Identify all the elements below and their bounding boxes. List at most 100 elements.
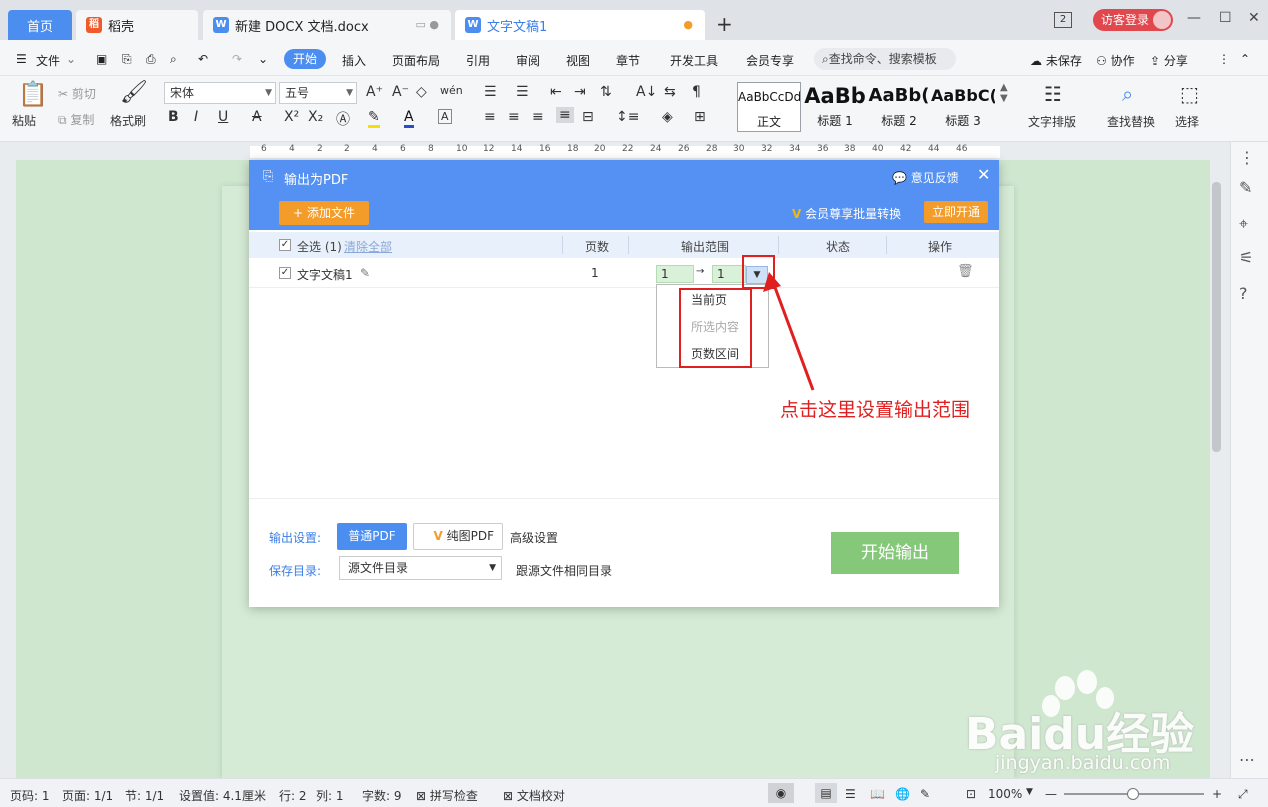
status-pages[interactable]: 页面: 1/1	[62, 787, 113, 804]
highlight-icon[interactable]: ✎	[368, 109, 380, 128]
select-icon[interactable]: ⬚	[1180, 82, 1199, 106]
underline-icon[interactable]: U	[218, 109, 228, 125]
text-layout-icon[interactable]: ☷	[1044, 82, 1062, 106]
find-replace-button[interactable]: 查找替换	[1107, 113, 1155, 130]
status-page[interactable]: 页码: 1	[10, 787, 50, 804]
format-painter-button[interactable]: 格式刷	[110, 112, 146, 129]
normal-pdf-button[interactable]: 普通PDF	[337, 523, 407, 550]
advanced-settings-link[interactable]: 高级设置	[510, 529, 558, 546]
help-icon[interactable]: ?	[1239, 284, 1248, 303]
pinyin-icon[interactable]: wén	[440, 84, 463, 97]
clear-all-link[interactable]: 清除全部	[344, 238, 392, 255]
proofread-button[interactable]: ⊠ 文档校对	[503, 787, 565, 804]
shading-icon[interactable]: ◈	[662, 109, 673, 125]
tab-daoke[interactable]: 稻稻壳	[76, 10, 198, 40]
sort-icon[interactable]: A↓	[636, 84, 657, 100]
copy-button[interactable]: ⧉ 复制	[58, 111, 94, 128]
page-view-icon[interactable]: ▤	[815, 783, 837, 803]
menu-view[interactable]: 视图	[566, 52, 590, 69]
status-row[interactable]: 行: 2	[279, 787, 307, 804]
format-painter-icon[interactable]: 🖌	[120, 80, 148, 105]
unsaved-status[interactable]: ☁ 未保存	[1030, 52, 1082, 69]
feedback-link[interactable]: 💬 意见反馈	[892, 169, 959, 186]
text-layout-button[interactable]: 文字排版	[1028, 113, 1076, 130]
distribute-icon[interactable]: ⊟	[582, 109, 594, 125]
increase-indent-icon[interactable]: ⇥	[574, 84, 586, 100]
menu-vip[interactable]: 会员专享	[746, 52, 794, 69]
menu-insert[interactable]: 插入	[342, 52, 366, 69]
undo-icon[interactable]: ↶	[198, 52, 208, 66]
guest-login-button[interactable]: 访客登录	[1093, 9, 1173, 31]
hamburger-icon[interactable]: ☰	[16, 52, 27, 66]
write-view-icon[interactable]: ✎	[920, 787, 930, 801]
chevron-down-icon[interactable]: ⌄	[66, 52, 76, 66]
font-color-icon[interactable]: A	[404, 109, 414, 128]
status-setting[interactable]: 设置值: 4.1厘米	[179, 787, 266, 804]
close-window-button[interactable]: ✕	[1248, 10, 1260, 26]
open-vip-button[interactable]: 立即开通	[924, 201, 988, 223]
close-icon[interactable]: ✕	[977, 165, 990, 184]
window-count-badge[interactable]: 2	[1054, 12, 1072, 28]
numbered-list-icon[interactable]: ☰	[516, 84, 529, 100]
status-words[interactable]: 字数: 9	[362, 787, 402, 804]
status-col[interactable]: 列: 1	[316, 787, 344, 804]
zoom-out-icon[interactable]: —	[1045, 787, 1057, 801]
save-dir-select[interactable]: 源文件目录 ▼	[339, 556, 502, 580]
image-pdf-button[interactable]: V 纯图PDF	[413, 523, 503, 550]
cut-button[interactable]: ✂ 剪切	[58, 85, 96, 102]
zoom-slider-handle[interactable]	[1127, 788, 1139, 800]
maximize-button[interactable]: ☐	[1219, 10, 1232, 26]
menu-layout[interactable]: 页面布局	[392, 52, 440, 69]
row-checkbox[interactable]: ✓	[279, 267, 291, 279]
superscript-icon[interactable]: X²	[284, 109, 299, 125]
justify-icon[interactable]: ≡	[556, 107, 574, 123]
search-command-input[interactable]: ⌕查找命令、搜索模板	[814, 48, 956, 70]
tab-close-icon[interactable]: ▭ ●	[416, 18, 440, 31]
align-center-icon[interactable]: ≡	[508, 109, 520, 125]
range-from-input[interactable]: 1	[656, 265, 694, 283]
font-family-select[interactable]: 宋体 ▼	[164, 82, 276, 104]
scrollbar-thumb[interactable]	[1212, 182, 1221, 452]
save-icon[interactable]: ▣	[96, 52, 107, 66]
line-spacing-icon[interactable]: ↕≡	[616, 109, 639, 125]
menu-file[interactable]: 文件	[36, 52, 60, 69]
quick-access-more-icon[interactable]: ⌄	[258, 52, 268, 66]
text-effect-icon[interactable]: Ⓐ	[336, 109, 350, 129]
paste-icon[interactable]: 📋	[18, 80, 48, 108]
tab-home[interactable]: 首页	[8, 10, 72, 40]
subscript-icon[interactable]: X₂	[308, 109, 323, 125]
range-to-input[interactable]: 1	[712, 265, 746, 283]
minimize-button[interactable]: —	[1187, 10, 1201, 26]
shrink-font-icon[interactable]: A⁻	[392, 84, 409, 100]
font-size-select[interactable]: 五号 ▼	[279, 82, 357, 104]
clear-format-icon[interactable]: ◇	[416, 84, 427, 100]
sidebar-toggle-icon[interactable]: ⋮	[1239, 148, 1255, 167]
zoom-level[interactable]: 100%	[988, 787, 1022, 801]
fullscreen-icon[interactable]: ⤢	[1238, 787, 1248, 802]
style-heading-2[interactable]: AaBb(标题 2	[867, 82, 931, 132]
edit-icon[interactable]: ✎	[360, 266, 370, 280]
collapse-ribbon-icon[interactable]: ⌃	[1240, 52, 1250, 66]
grow-font-icon[interactable]: A⁺	[366, 84, 383, 100]
chevron-down-icon[interactable]: ▼	[1026, 787, 1033, 797]
new-tab-button[interactable]: +	[716, 12, 733, 36]
menu-dev-tools[interactable]: 开发工具	[670, 52, 718, 69]
italic-icon[interactable]: I	[194, 109, 198, 125]
cursor-icon[interactable]: ⌖	[1239, 214, 1248, 234]
tab-doc1[interactable]: W 文字文稿1 ●	[455, 10, 705, 40]
more-icon[interactable]: ⋮	[1218, 52, 1230, 66]
borders-icon[interactable]: ⊞	[694, 109, 706, 125]
fit-page-icon[interactable]: ⊡	[966, 787, 976, 801]
settings-sliders-icon[interactable]: ⚟	[1239, 248, 1253, 267]
print-preview-icon[interactable]: ⌕	[170, 52, 177, 67]
share-button[interactable]: ⇪ 分享	[1150, 52, 1188, 69]
char-border-icon[interactable]: A	[438, 109, 452, 124]
style-heading-3[interactable]: AaBbC(标题 3	[931, 82, 995, 132]
outline-view-icon[interactable]: ☰	[845, 787, 856, 801]
tab-new-docx[interactable]: W 新建 DOCX 文档.docx ▭ ●	[203, 10, 451, 40]
style-normal[interactable]: AaBbCcDd 正文	[737, 82, 801, 132]
print-icon[interactable]: ⎙	[146, 52, 156, 67]
paste-button[interactable]: 粘贴	[12, 112, 36, 129]
paragraph-mark-icon[interactable]: ¶	[692, 84, 701, 100]
find-replace-icon[interactable]: ⌕	[1122, 82, 1133, 106]
